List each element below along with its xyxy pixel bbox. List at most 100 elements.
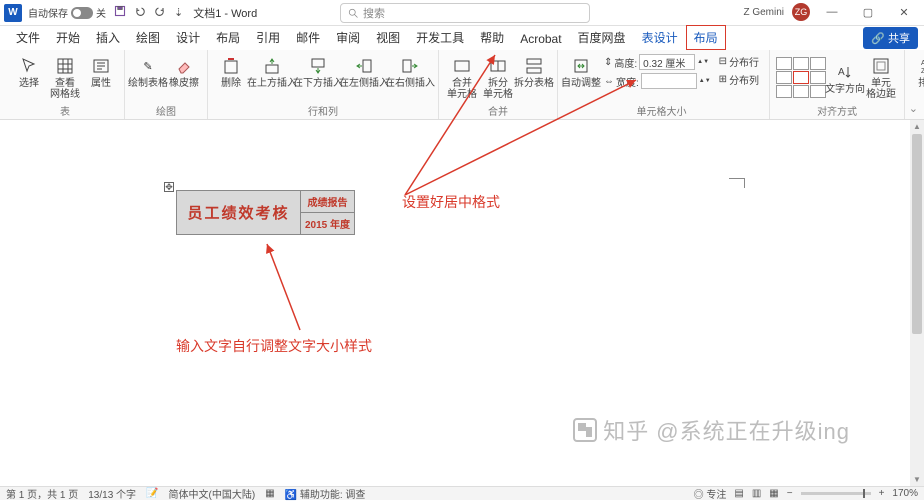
focus-mode[interactable]: ◎ 专注	[694, 486, 727, 501]
insert-left-icon	[354, 56, 374, 76]
ribbon: 选择 查看 网格线 属性 表 ✎绘制表格 橡皮擦 绘图 删除 在上方插入 在下方…	[0, 50, 924, 120]
redo-icon[interactable]	[154, 5, 166, 20]
tab-layout[interactable]: 布局	[208, 25, 248, 50]
alignment-grid	[776, 57, 826, 98]
tab-acrobat[interactable]: Acrobat	[512, 28, 569, 50]
page-indicator[interactable]: 第 1 页，共 1 页	[6, 486, 78, 501]
zoom-out-icon[interactable]: −	[787, 488, 793, 499]
save-icon[interactable]	[114, 5, 126, 20]
minimize-icon[interactable]: —	[818, 6, 846, 18]
select-button[interactable]: 选择	[12, 54, 46, 89]
properties-icon	[91, 56, 111, 76]
tab-references[interactable]: 引用	[248, 25, 288, 50]
height-input[interactable]: 0.32 厘米	[639, 54, 695, 70]
grid-icon	[55, 56, 75, 76]
split-cells-button[interactable]: 拆分 单元格	[481, 54, 515, 100]
sample-table[interactable]: 员工绩效考核 成绩报告 2015 年度	[176, 190, 355, 235]
tab-design[interactable]: 设计	[168, 25, 208, 50]
tab-baidu[interactable]: 百度网盘	[570, 25, 634, 50]
zoom-in-icon[interactable]: +	[879, 488, 885, 499]
autofit-button[interactable]: 自动调整	[564, 54, 598, 89]
zoom-slider[interactable]	[801, 492, 871, 495]
annotation-2: 输入文字自行调整文字大小样式	[176, 336, 372, 356]
cell-margins-icon	[871, 56, 891, 76]
insert-right-button[interactable]: 在右侧插入	[388, 54, 432, 89]
tab-mailings[interactable]: 邮件	[288, 25, 328, 50]
properties-button[interactable]: 属性	[84, 54, 118, 89]
zhihu-icon	[573, 418, 597, 442]
zoom-level[interactable]: 170%	[892, 488, 918, 499]
spinner-icon[interactable]: ▲▼	[697, 59, 709, 65]
tab-help[interactable]: 帮助	[472, 25, 512, 50]
collapse-ribbon-icon[interactable]: ⌄	[909, 102, 918, 115]
table-sub2-cell[interactable]: 2015 年度	[301, 213, 355, 235]
spinner-icon[interactable]: ▲▼	[699, 78, 711, 84]
user-avatar[interactable]: ZG	[792, 3, 810, 21]
tab-insert[interactable]: 插入	[88, 25, 128, 50]
insert-above-button[interactable]: 在上方插入	[250, 54, 294, 89]
view-print-icon[interactable]: ▤	[734, 488, 743, 499]
tab-table-design[interactable]: 表设计	[634, 25, 686, 50]
distribute-rows-button[interactable]: ⊟分布行	[719, 54, 759, 69]
table-move-handle[interactable]: ✥	[164, 182, 174, 192]
group-table: 选择 查看 网格线 属性 表	[6, 50, 125, 119]
eraser-button[interactable]: 橡皮擦	[167, 54, 201, 89]
table-sub1-cell[interactable]: 成绩报告	[301, 191, 355, 213]
scroll-up-icon[interactable]: ▲	[913, 122, 921, 131]
tab-file[interactable]: 文件	[8, 25, 48, 50]
toggle-off-icon[interactable]	[71, 7, 93, 19]
group-draw: ✎绘制表格 橡皮擦 绘图	[125, 50, 208, 119]
insert-right-icon	[400, 56, 420, 76]
align-ml[interactable]	[776, 71, 792, 84]
undo-icon[interactable]	[134, 5, 146, 20]
width-input[interactable]	[641, 73, 697, 89]
insert-left-button[interactable]: 在左侧插入	[342, 54, 386, 89]
text-direction-button[interactable]: A文字方向	[828, 60, 862, 95]
tab-view[interactable]: 视图	[368, 25, 408, 50]
align-tl[interactable]	[776, 57, 792, 70]
qat-dropdown-icon[interactable]: ⇣	[174, 6, 183, 19]
cell-margins-button[interactable]: 单元 格边距	[864, 54, 898, 100]
document-title: 文档1 - Word	[193, 5, 257, 21]
document-canvas[interactable]: ✥ 员工绩效考核 成绩报告 2015 年度 设置好居中格式 输入文字自行调整文字…	[0, 120, 910, 486]
group-cell-size: 自动调整 ⇕高度:0.32 厘米▲▼ ⇔宽度:▲▼ ⊟分布行 ⊞分布列 单元格大…	[558, 50, 770, 119]
view-read-icon[interactable]: ▥	[752, 488, 761, 499]
tab-table-layout[interactable]: 布局	[686, 25, 726, 50]
text-prediction-icon[interactable]: 📝	[146, 488, 158, 499]
align-tr[interactable]	[810, 57, 826, 70]
insert-below-button[interactable]: 在下方插入	[296, 54, 340, 89]
split-table-button[interactable]: 拆分表格	[517, 54, 551, 89]
align-mr[interactable]	[810, 71, 826, 84]
merge-cells-button[interactable]: 合并 单元格	[445, 54, 479, 100]
height-icon: ⇕	[604, 57, 612, 68]
share-button[interactable]: 🔗共享	[863, 27, 918, 49]
align-bc[interactable]	[793, 85, 809, 98]
view-web-icon[interactable]: ▦	[769, 488, 778, 499]
tab-review[interactable]: 审阅	[328, 25, 368, 50]
scroll-down-icon[interactable]: ▼	[913, 475, 921, 484]
tab-draw[interactable]: 绘图	[128, 25, 168, 50]
vertical-scrollbar[interactable]: ▲ ▼	[910, 120, 924, 486]
user-name[interactable]: Z Gemini	[743, 7, 784, 18]
macro-icon[interactable]: ▦	[265, 488, 274, 499]
draw-table-button[interactable]: ✎绘制表格	[131, 54, 165, 89]
accessibility-indicator[interactable]: ♿ 辅助功能: 调查	[285, 486, 366, 501]
scroll-thumb[interactable]	[912, 134, 922, 334]
align-mc[interactable]	[793, 71, 809, 84]
distribute-cols-button[interactable]: ⊞分布列	[719, 72, 759, 87]
autosave-toggle[interactable]: 自动保存 关	[28, 5, 106, 20]
delete-button[interactable]: 删除	[214, 54, 248, 89]
restore-icon[interactable]: ▢	[854, 6, 882, 19]
language-indicator[interactable]: 简体中文(中国大陆)	[169, 486, 256, 501]
table-main-cell[interactable]: 员工绩效考核	[177, 191, 301, 235]
align-tc[interactable]	[793, 57, 809, 70]
align-bl[interactable]	[776, 85, 792, 98]
sort-button[interactable]: AZ排序	[911, 54, 924, 89]
word-count[interactable]: 13/13 个字	[88, 486, 136, 501]
search-box[interactable]: 搜索	[340, 3, 590, 23]
close-icon[interactable]: ✕	[890, 6, 918, 19]
align-br[interactable]	[810, 85, 826, 98]
tab-developer[interactable]: 开发工具	[408, 25, 472, 50]
view-gridlines-button[interactable]: 查看 网格线	[48, 54, 82, 100]
tab-home[interactable]: 开始	[48, 25, 88, 50]
